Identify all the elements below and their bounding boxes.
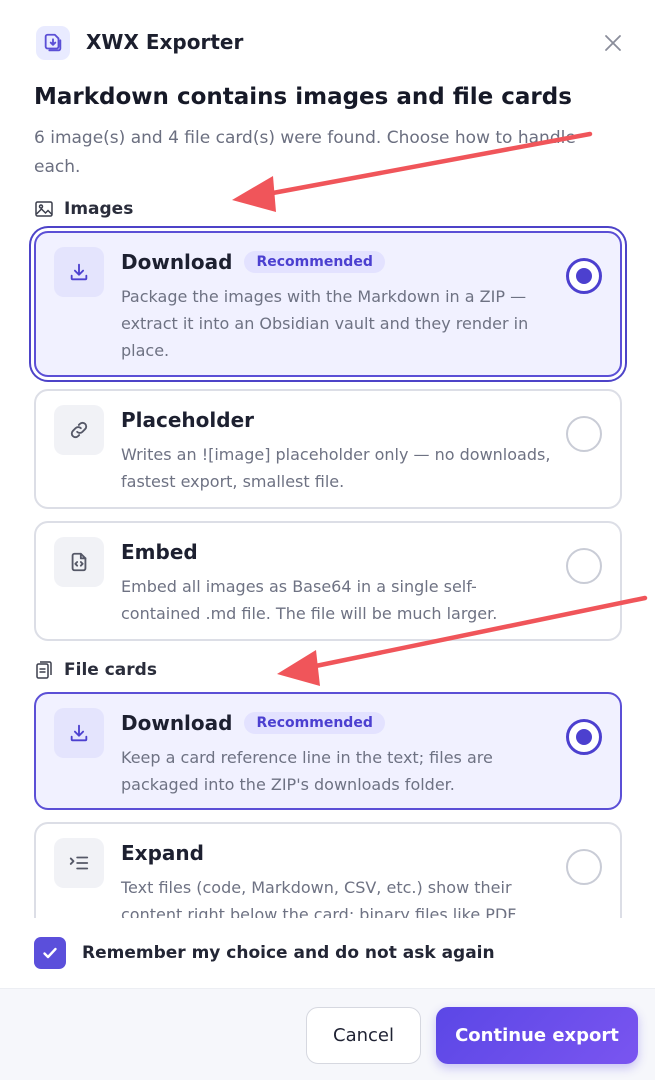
option-title: Download <box>121 250 233 274</box>
option-description: Keep a card reference line in the text; … <box>121 748 493 794</box>
close-icon <box>605 35 621 51</box>
file-cards-download-radio[interactable] <box>566 719 602 755</box>
option-description: Writes an ![image] placeholder only — no… <box>121 445 551 491</box>
dialog-header: XWX Exporter <box>0 0 655 86</box>
close-button[interactable] <box>600 30 626 56</box>
checkbox-checked[interactable] <box>34 937 66 969</box>
code-file-icon <box>54 537 104 587</box>
file-cards-section-title: File cards <box>64 660 157 680</box>
option-title: Expand <box>121 841 204 865</box>
option-title: Embed <box>121 540 198 564</box>
recommended-badge: Recommended <box>244 712 385 734</box>
files-icon <box>34 660 54 680</box>
dialog-title: Markdown contains images and file cards <box>34 84 572 110</box>
images-placeholder-radio[interactable] <box>566 416 602 452</box>
link-icon <box>54 405 104 455</box>
remember-choice-checkbox[interactable]: Remember my choice and do not ask again <box>34 936 495 970</box>
dialog-subtitle: 6 image(s) and 4 file card(s) were found… <box>34 128 576 177</box>
images-embed-radio[interactable] <box>566 548 602 584</box>
indent-list-icon <box>54 838 104 888</box>
images-section-title: Images <box>64 199 134 219</box>
option-title: Download <box>121 711 233 735</box>
continue-export-button[interactable]: Continue export <box>436 1007 638 1064</box>
app-title: XWX Exporter <box>86 30 244 54</box>
check-icon <box>43 947 57 959</box>
file-cards-option-download[interactable]: Download Recommended Keep a card referen… <box>34 692 622 810</box>
recommended-badge: Recommended <box>244 251 385 273</box>
file-cards-expand-radio[interactable] <box>566 849 602 885</box>
option-description: Embed all images as Base64 in a single s… <box>121 577 498 623</box>
document-upload-icon <box>36 26 70 60</box>
images-section-label: Images <box>34 197 133 221</box>
download-icon <box>54 247 104 297</box>
dialog-footer: Cancel Continue export <box>0 988 655 1080</box>
option-title: Placeholder <box>121 408 255 432</box>
images-download-radio[interactable] <box>566 258 602 294</box>
remember-choice-label: Remember my choice and do not ask again <box>82 943 495 963</box>
images-option-embed[interactable]: Embed Embed all images as Base64 in a si… <box>34 521 622 641</box>
option-description: Package the images with the Markdown in … <box>121 287 529 360</box>
download-icon <box>54 708 104 758</box>
file-cards-option-expand[interactable]: Expand Text files (code, Markdown, CSV, … <box>34 822 622 918</box>
option-description: Text files (code, Markdown, CSV, etc.) s… <box>121 878 517 918</box>
dialog-scroll-area[interactable]: XWX Exporter Markdown contains images an… <box>0 0 655 918</box>
images-option-download[interactable]: Download Recommended Package the images … <box>34 231 622 377</box>
file-cards-section-label: File cards <box>34 658 157 682</box>
cancel-button[interactable]: Cancel <box>306 1007 421 1064</box>
images-option-placeholder[interactable]: Placeholder Writes an ![image] placehold… <box>34 389 622 509</box>
image-icon <box>34 199 54 219</box>
